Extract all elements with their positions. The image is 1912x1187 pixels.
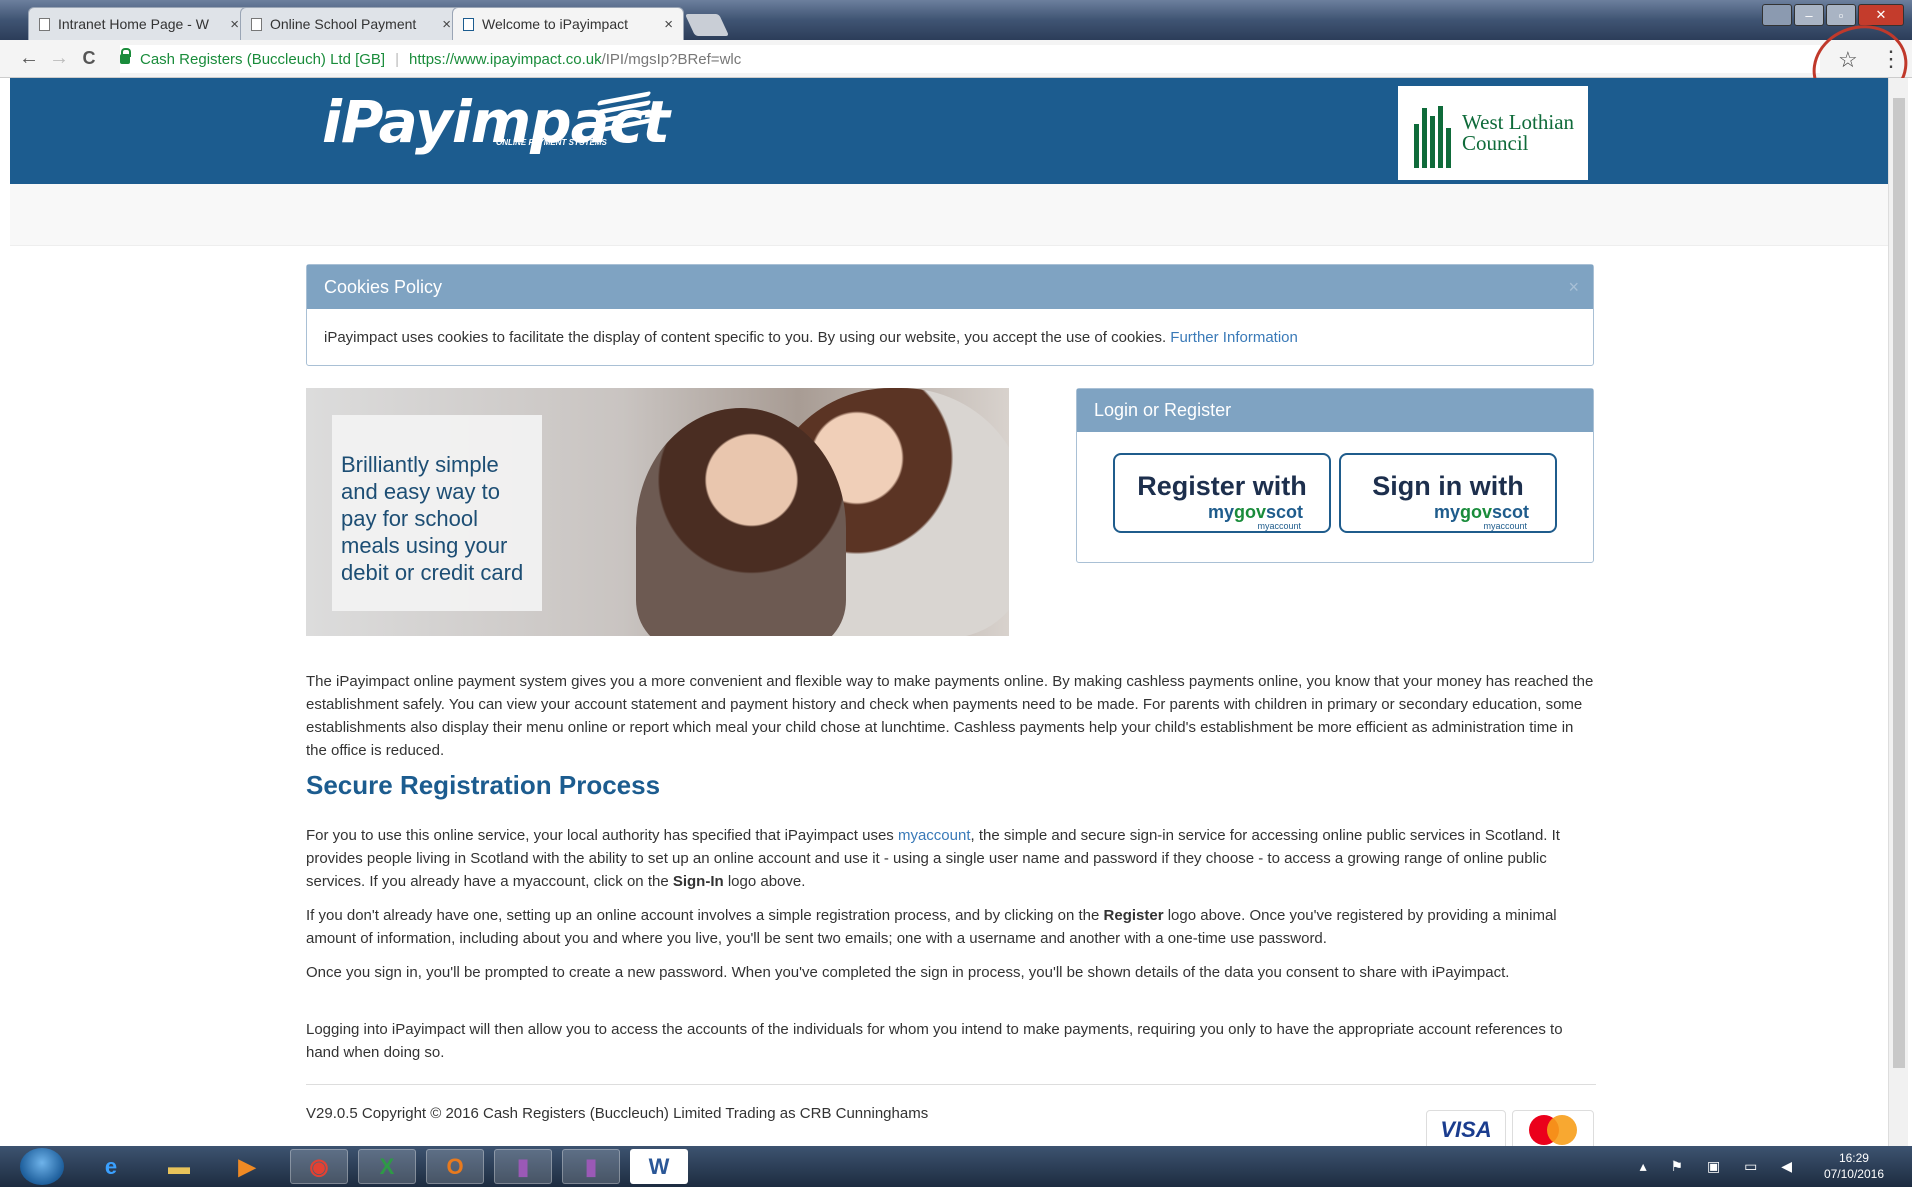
cookies-close-icon[interactable]: × [1568,277,1579,298]
register-with-mygovscot-button[interactable]: Register with mygovscot myaccount [1113,453,1331,533]
window-controls: – ▫ ✕ [1762,4,1904,26]
cookies-policy-panel: Cookies Policy × iPayimpact uses cookies… [306,264,1594,366]
forward-button[interactable]: → [44,47,74,70]
divider: | [395,50,400,68]
windows-taskbar: e ▬ ▶ ◉ X O ▮ ▮ W ▴ ⚑ ▣ ▭ ◀ 16:29 07/10/… [0,1146,1912,1187]
myaccount-label: myaccount [1257,521,1301,531]
system-tray-icons[interactable]: ▴ ⚑ ▣ ▭ ◀ [1640,1158,1802,1175]
tab-online-school-payments[interactable]: Online School Payment × [240,7,462,40]
hero-line: meals using your [341,533,508,558]
paragraph-myaccount: For you to use this online service, your… [306,827,1560,890]
excel-icon[interactable]: X [358,1149,416,1184]
intro-paragraph: The iPayimpact online payment system giv… [306,673,1594,759]
scrollbar-thumb[interactable] [1893,98,1905,1068]
tab-close-icon[interactable]: × [230,16,239,33]
signin-button-label: Sign in with [1372,471,1524,501]
tab-label: Online School Payment [270,16,417,32]
hero-line: pay for school [341,506,478,531]
web-page: iPayimpact ONLINE PAYMENT SYSTEMS West L… [10,78,1888,1146]
council-name: West Lothian Council [1462,112,1574,154]
council-line2: Council [1462,131,1529,155]
tab-label: Intranet Home Page - W [58,16,209,32]
myaccount-label: myaccount [1483,521,1527,531]
security-label[interactable]: Cash Registers (Buccleuch) Ltd [GB] [140,51,385,68]
chrome-icon[interactable]: ◉ [290,1149,348,1184]
document-icon [39,17,50,31]
council-line1: West Lothian [1462,110,1575,134]
minimize-button[interactable]: – [1794,4,1824,26]
cookies-title: Cookies Policy [324,276,443,297]
clock-time: 16:29 [1838,1151,1869,1165]
start-button[interactable] [20,1148,64,1185]
section-title: Secure Registration Process [306,770,661,800]
browser-titlebar: Intranet Home Page - W × Online School P… [0,0,1912,40]
visa-logo: VISA [1426,1110,1506,1146]
reload-button[interactable]: C [74,48,104,69]
hero-line: Brilliantly simple [341,452,499,477]
internet-explorer-icon[interactable]: e [82,1149,140,1184]
council-crest-icon [1412,98,1452,168]
footer-copyright: V29.0.5 Copyright © 2016 Cash Registers … [306,1105,929,1122]
back-button[interactable]: ← [14,47,44,70]
tab-intranet[interactable]: Intranet Home Page - W × [28,7,250,40]
hero-line: and easy way to [341,479,500,504]
tab-close-icon[interactable]: × [442,16,451,33]
mygovscot-logo: mygovscot [1203,502,1307,523]
hero-caption: Brilliantly simple and easy way to pay f… [341,451,541,586]
tab-label: Welcome to iPayimpact [482,16,629,32]
address-bar[interactable]: Cash Registers (Buccleuch) Ltd [GB] | ht… [120,45,1820,73]
hero-caption-card: Brilliantly simple and easy way to pay f… [332,415,542,611]
media-player-icon[interactable]: ▶ [218,1149,276,1184]
profile-icon[interactable] [1762,4,1792,26]
west-lothian-council-logo: West Lothian Council [1398,86,1588,180]
cookies-panel-header: Cookies Policy × [307,265,1593,309]
maximize-button[interactable]: ▫ [1826,4,1856,26]
word-icon[interactable]: W [630,1149,688,1184]
hero-banner-image: Brilliantly simple and easy way to pay f… [306,388,1009,636]
register-button-label: Register with [1137,471,1307,501]
logo-subtitle: ONLINE PAYMENT SYSTEMS [496,138,607,147]
paragraph-register: If you don't already have one, setting u… [306,907,1557,947]
site-header: iPayimpact ONLINE PAYMENT SYSTEMS West L… [10,78,1888,184]
lock-icon [120,48,131,64]
tab-close-icon[interactable]: × [664,16,673,33]
login-panel-header: Login or Register [1077,389,1593,432]
file-explorer-icon[interactable]: ▬ [150,1149,208,1184]
clock-date: 07/10/2016 [1823,1167,1884,1181]
myaccount-link[interactable]: myaccount [898,827,971,844]
ipayimpact-favicon-icon [463,17,474,31]
login-register-panel: Login or Register Register with mygovsco… [1076,388,1594,563]
taskbar-clock[interactable]: 16:29 07/10/2016 [1824,1150,1884,1182]
browser-toolbar: ← → C Cash Registers (Buccleuch) Ltd [GB… [0,40,1912,78]
close-window-button[interactable]: ✕ [1858,4,1904,26]
sign-in-with-mygovscot-button[interactable]: Sign in with mygovscot myaccount [1339,453,1557,533]
hero-child-figure [636,408,846,636]
tab-welcome-ipayimpact[interactable]: Welcome to iPayimpact × [452,7,684,40]
url-host: https://www.ipayimpact.co.uk [409,50,602,68]
paragraph-signin: Once you sign in, you'll be prompted to … [306,964,1510,981]
document-icon [251,17,262,31]
new-tab-button[interactable] [684,14,730,36]
mastercard-logo [1512,1110,1594,1146]
app-icon[interactable]: ▮ [494,1149,552,1184]
app-icon[interactable]: ▮ [562,1149,620,1184]
further-information-link[interactable]: Further Information [1170,329,1298,346]
sub-navigation-bar [10,184,1888,246]
paragraph-logging-in: Logging into iPayimpact will then allow … [306,1021,1563,1061]
page-scrollbar[interactable] [1888,78,1908,1146]
url-path: /IPI/mgsIp?BRef=wlc [601,50,742,68]
mygovscot-logo: mygovscot [1429,502,1533,523]
cookies-text: iPayimpact uses cookies to facilitate th… [324,329,1167,346]
hero-line: debit or credit card [341,560,524,585]
outlook-icon[interactable]: O [426,1149,484,1184]
cookies-body: iPayimpact uses cookies to facilitate th… [307,309,1593,366]
logo-stripes-icon [596,91,652,136]
footer-divider [306,1084,1596,1085]
